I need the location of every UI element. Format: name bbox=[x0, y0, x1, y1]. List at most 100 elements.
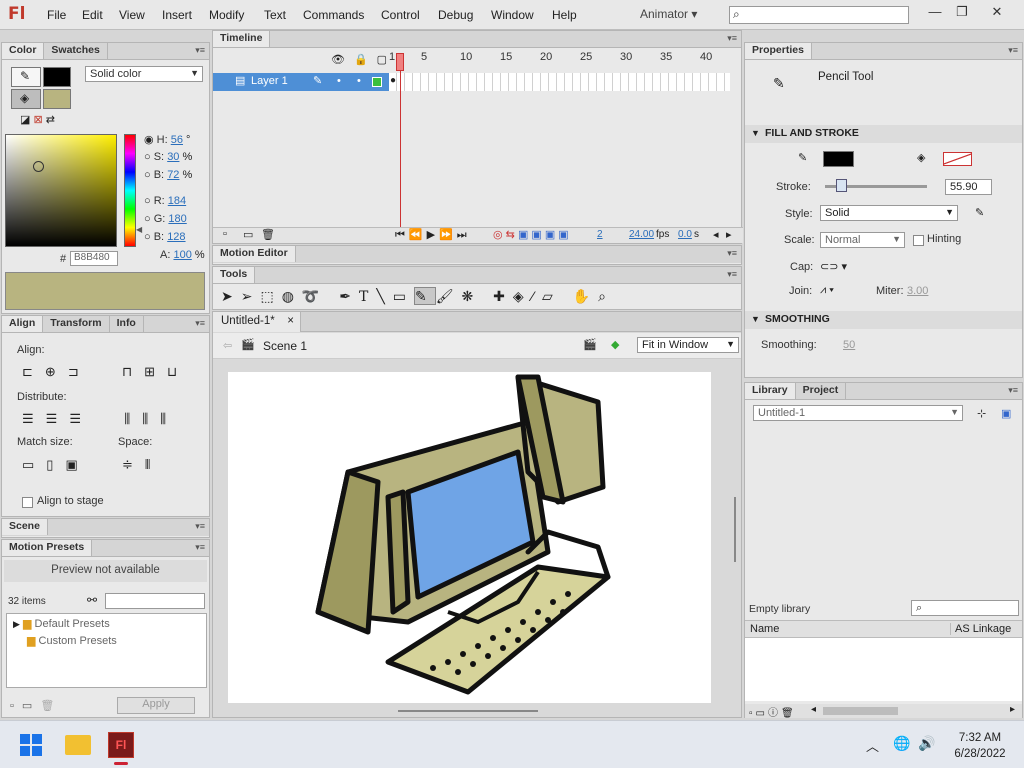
fill-color-tool[interactable]: ◈ bbox=[11, 89, 41, 109]
close-icon[interactable]: × bbox=[287, 315, 294, 327]
menu-modify[interactable]: Modify bbox=[209, 8, 244, 22]
horizontal-scrollbar[interactable] bbox=[398, 710, 538, 712]
eraser-tool-icon[interactable]: ▱ bbox=[542, 288, 561, 304]
panel-menu-icon[interactable]: ▾≡ bbox=[195, 318, 205, 329]
line-tool-icon[interactable]: ╲ bbox=[376, 288, 392, 304]
fill-type-select[interactable]: Solid color ▼ bbox=[85, 66, 203, 82]
elapsed-time[interactable]: 0.0 bbox=[678, 229, 692, 240]
scale-select[interactable]: Normal ▼ bbox=[820, 232, 905, 248]
paint-bucket-tool-icon[interactable]: ◈ bbox=[513, 288, 532, 304]
hue-value[interactable]: 56 bbox=[171, 134, 183, 146]
align-bottom-icon[interactable]: ⊔ bbox=[167, 364, 189, 379]
edit-stroke-style-icon[interactable]: ✎ bbox=[975, 206, 984, 219]
tab-swatches[interactable]: Swatches bbox=[44, 43, 108, 59]
scroll-right-icon[interactable]: ▸ bbox=[1010, 704, 1015, 715]
distribute-left-icon[interactable]: ⫼ bbox=[124, 411, 142, 426]
preset-search-input[interactable] bbox=[105, 593, 205, 609]
smoothing-value[interactable]: 50 bbox=[843, 339, 855, 351]
picker-cursor[interactable] bbox=[33, 161, 44, 172]
lasso-tool-icon[interactable]: ➰ bbox=[302, 288, 327, 304]
stroke-slider[interactable] bbox=[825, 179, 927, 192]
align-to-stage-checkbox[interactable] bbox=[22, 497, 33, 508]
edit-scene-icon[interactable]: 🎬 bbox=[583, 338, 597, 351]
tab-info[interactable]: Info bbox=[110, 316, 144, 332]
radio-icon[interactable]: ○ bbox=[144, 195, 151, 207]
stroke-input[interactable]: 55.90 bbox=[945, 179, 992, 195]
collapse-arrow-icon[interactable]: ▼ bbox=[751, 128, 760, 138]
panel-menu-icon[interactable]: ▾≡ bbox=[727, 248, 737, 259]
tab-timeline[interactable]: Timeline bbox=[213, 31, 271, 47]
radio-icon[interactable]: ○ bbox=[144, 231, 151, 243]
playhead[interactable] bbox=[396, 53, 404, 71]
pencil-tool-icon[interactable]: ✎ bbox=[414, 287, 436, 305]
3d-rotation-tool-icon[interactable]: ◍ bbox=[282, 288, 302, 304]
hue-slider[interactable] bbox=[124, 134, 136, 247]
new-preset-icon[interactable]: ▫ bbox=[10, 700, 22, 712]
blue-value[interactable]: 128 bbox=[167, 231, 185, 243]
align-right-icon[interactable]: ⊐ bbox=[68, 364, 91, 379]
stroke-slider-thumb[interactable] bbox=[835, 179, 847, 192]
text-tool-icon[interactable]: T bbox=[359, 289, 376, 305]
zoom-select[interactable]: Fit in Window ▼ bbox=[637, 337, 739, 353]
tab-library[interactable]: Library bbox=[745, 383, 796, 399]
panel-menu-icon[interactable]: ▾≡ bbox=[195, 542, 205, 553]
panel-menu-icon[interactable]: ▾≡ bbox=[727, 269, 737, 280]
match-both-icon[interactable]: ▣ bbox=[65, 457, 89, 472]
outline-color-icon[interactable] bbox=[372, 77, 382, 87]
play-icon[interactable]: ▶ bbox=[427, 229, 439, 241]
bone-tool-icon[interactable]: ✚ bbox=[493, 288, 513, 304]
menu-window[interactable]: Window bbox=[491, 8, 534, 22]
keyframe-icon[interactable]: ● bbox=[390, 75, 396, 86]
stage[interactable] bbox=[228, 372, 711, 703]
cap-style-icon[interactable]: ⊂⊃ ▾ bbox=[820, 260, 847, 273]
frame-ruler[interactable]: 1 5 10 15 20 25 30 35 40 bbox=[388, 51, 730, 69]
miter-value[interactable]: 3.00 bbox=[907, 285, 928, 297]
hand-tool-icon[interactable]: ✋ bbox=[573, 288, 598, 304]
library-scroll-thumb[interactable] bbox=[823, 707, 898, 715]
restore-button[interactable]: ❐ bbox=[949, 2, 975, 22]
green-value[interactable]: 180 bbox=[168, 213, 186, 225]
edit-symbols-icon[interactable]: ◆ bbox=[611, 338, 619, 351]
distribute-hcenter-icon[interactable]: ⫼ bbox=[142, 411, 160, 426]
menu-debug[interactable]: Debug bbox=[438, 8, 473, 22]
eye-icon[interactable]: 👁 bbox=[331, 54, 354, 66]
free-transform-tool-icon[interactable]: ⬚ bbox=[260, 288, 281, 304]
menu-file[interactable]: File bbox=[47, 8, 66, 22]
onion-skin-icons[interactable]: ◎ ⇆ ▣ ▣ ▣ ▣ bbox=[493, 228, 569, 241]
library-search-input[interactable]: ⌕ bbox=[911, 600, 1019, 616]
visibility-dot-icon[interactable]: • bbox=[337, 75, 341, 87]
tab-align[interactable]: Align bbox=[2, 316, 44, 332]
prev-frame-icon[interactable]: ⏪ bbox=[409, 229, 427, 241]
tab-transform[interactable]: Transform bbox=[43, 316, 110, 332]
red-value[interactable]: 184 bbox=[168, 195, 186, 207]
menu-edit[interactable]: Edit bbox=[82, 8, 103, 22]
vertical-scrollbar[interactable] bbox=[734, 497, 736, 562]
menu-text[interactable]: Text bbox=[264, 8, 286, 22]
pen-tool-icon[interactable]: ✒ bbox=[339, 288, 359, 304]
library-footer-icons[interactable]: ▫▭ⓘ🗑 bbox=[749, 704, 797, 719]
menu-insert[interactable]: Insert bbox=[162, 8, 192, 22]
help-search-input[interactable]: ⌕ bbox=[729, 6, 909, 24]
layer-name[interactable]: Layer 1 bbox=[251, 75, 288, 87]
alpha-value[interactable]: 100 bbox=[173, 249, 191, 261]
eyedropper-tool-icon[interactable]: ⁄ bbox=[532, 288, 542, 304]
menu-help[interactable]: Help bbox=[552, 8, 577, 22]
menu-view[interactable]: View bbox=[119, 8, 145, 22]
fill-stroke-section-header[interactable]: ▼ FILL AND STROKE bbox=[745, 125, 1022, 143]
fill-color-swatch[interactable] bbox=[943, 152, 972, 166]
subselection-tool-icon[interactable]: ➢ bbox=[241, 288, 261, 304]
menu-control[interactable]: Control bbox=[381, 8, 420, 22]
panel-menu-icon[interactable]: ▾≡ bbox=[1008, 45, 1018, 56]
lock-icon[interactable]: 🔒 bbox=[354, 54, 377, 66]
expand-arrow-icon[interactable]: ▶ bbox=[13, 619, 20, 629]
library-document-select[interactable]: Untitled-1 ▼ bbox=[753, 405, 963, 421]
space-vertical-icon[interactable]: ≑ bbox=[122, 457, 145, 472]
flash-taskbar-icon[interactable]: Fl bbox=[108, 732, 134, 758]
chevron-up-icon[interactable]: ︿ bbox=[866, 736, 879, 755]
first-frame-icon[interactable]: ⏮ bbox=[395, 229, 409, 241]
distribute-vcenter-icon[interactable]: ☰ bbox=[46, 411, 70, 426]
panel-menu-icon[interactable]: ▾≡ bbox=[1008, 385, 1018, 396]
radio-icon[interactable]: ○ bbox=[144, 169, 151, 181]
style-select[interactable]: Solid ▼ bbox=[820, 205, 958, 221]
align-hcenter-icon[interactable]: ⊕ bbox=[45, 364, 68, 379]
